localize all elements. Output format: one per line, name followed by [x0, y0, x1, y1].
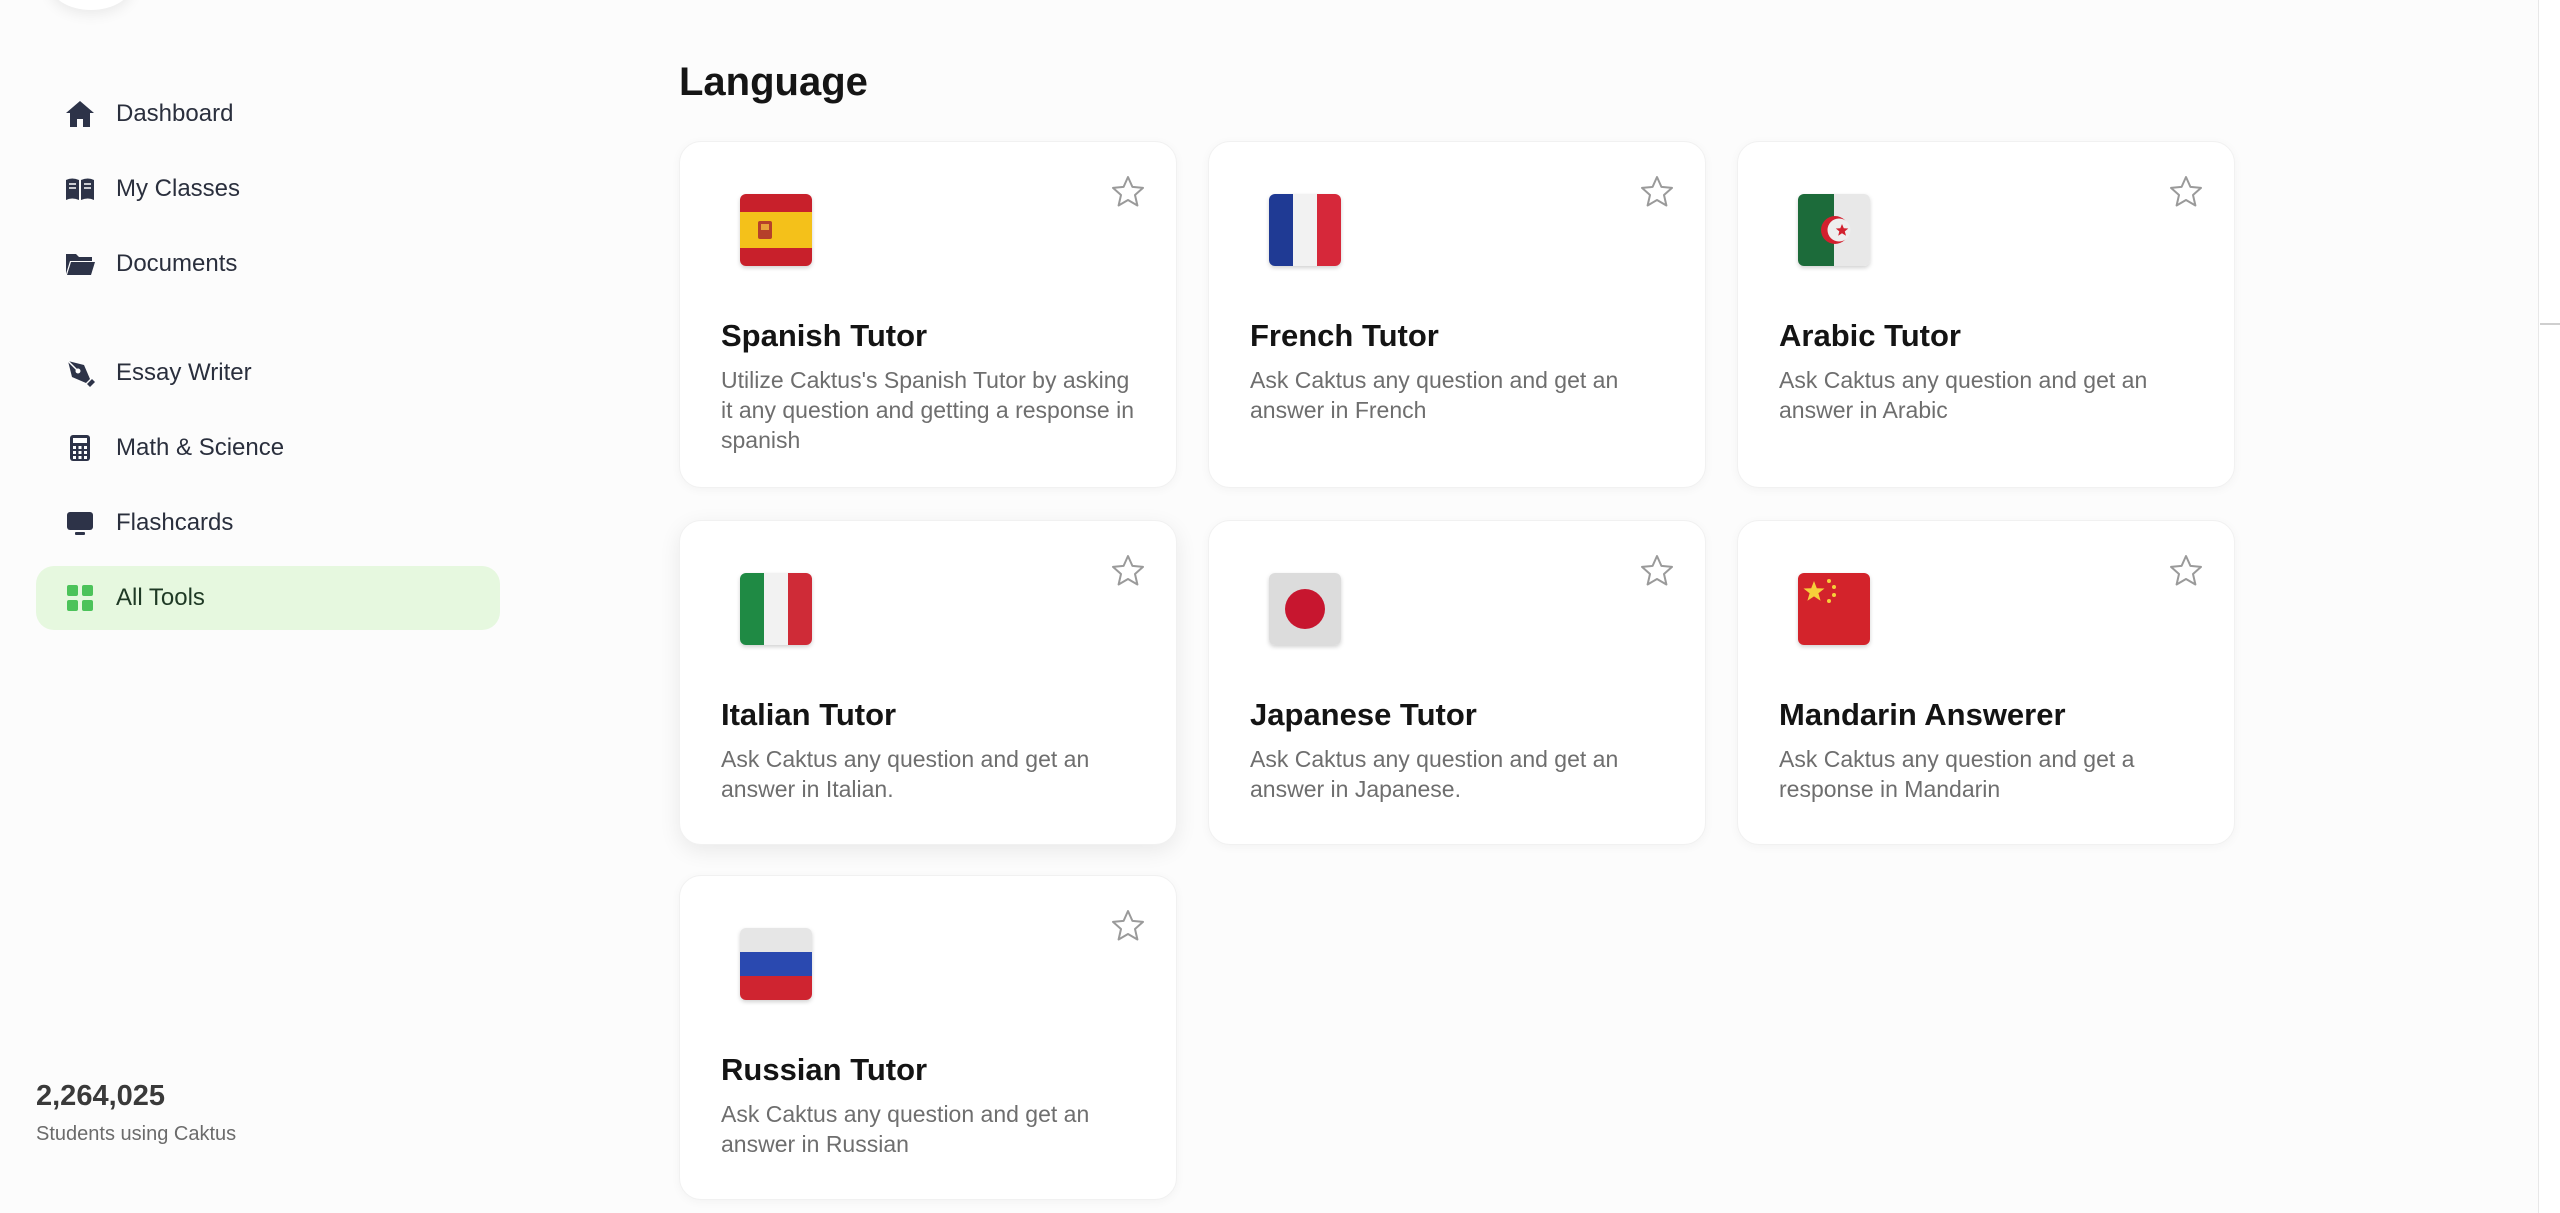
- sidebar-item-label: Math & Science: [116, 434, 285, 461]
- card-description: Ask Caktus any question and get an answe…: [721, 1101, 1090, 1157]
- student-stats: 2,264,025 Students using Caktus: [36, 1080, 236, 1146]
- card-title: Spanish Tutor: [721, 318, 928, 353]
- sidebar-item-label: Flashcards: [116, 509, 234, 536]
- tool-card-italian[interactable]: Italian Tutor Ask Caktus any question an…: [679, 520, 1177, 845]
- grid-icon: [64, 582, 96, 614]
- card-description: Ask Caktus any question and get an answe…: [1779, 367, 2148, 423]
- tool-card-russian[interactable]: Russian Tutor Ask Caktus any question an…: [679, 875, 1177, 1200]
- sidebar-item-math-science[interactable]: Math & Science: [36, 416, 500, 480]
- sidebar-item-all-tools[interactable]: All Tools: [36, 566, 500, 630]
- algeria-flag-icon: [1798, 194, 1870, 266]
- page-title: Language: [679, 60, 868, 104]
- student-count-caption: Students using Caktus: [36, 1123, 237, 1145]
- favorite-star-icon[interactable]: [1639, 174, 1675, 210]
- sidebar-item-label: Dashboard: [116, 100, 234, 127]
- favorite-star-icon[interactable]: [1639, 553, 1675, 589]
- sidebar: Dashboard My Classes Documents Essay Wri…: [0, 0, 520, 1213]
- sidebar-item-my-classes[interactable]: My Classes: [36, 157, 500, 221]
- spain-flag-icon: [740, 194, 812, 266]
- card-description: Ask Caktus any question and get an answe…: [1250, 746, 1619, 802]
- favorite-star-icon[interactable]: [1110, 553, 1146, 589]
- sidebar-item-flashcards[interactable]: Flashcards: [36, 491, 500, 555]
- sidebar-item-label: Essay Writer: [116, 359, 252, 386]
- favorite-star-icon[interactable]: [2168, 553, 2204, 589]
- card-description: Ask Caktus any question and get an answe…: [721, 746, 1090, 802]
- japan-flag-icon: [1269, 573, 1341, 645]
- sidebar-item-dashboard[interactable]: Dashboard: [36, 82, 500, 146]
- avatar[interactable]: [50, 0, 132, 10]
- china-flag-icon: [1798, 573, 1870, 645]
- sidebar-item-label: My Classes: [116, 175, 241, 202]
- card-title: Japanese Tutor: [1250, 697, 1477, 732]
- card-description: Ask Caktus any question and get a respon…: [1779, 746, 2135, 802]
- sidebar-item-label: All Tools: [116, 584, 205, 611]
- favorite-star-icon[interactable]: [2168, 174, 2204, 210]
- card-description: Ask Caktus any question and get an answe…: [1250, 367, 1619, 423]
- book-icon: [64, 173, 96, 205]
- italy-flag-icon: [740, 573, 812, 645]
- tool-card-arabic[interactable]: Arabic Tutor Ask Caktus any question and…: [1737, 141, 2235, 488]
- russia-flag-icon: [740, 928, 812, 1000]
- favorite-star-icon[interactable]: [1110, 908, 1146, 944]
- scrollbar[interactable]: [2538, 0, 2560, 1213]
- home-icon: [64, 98, 96, 130]
- card-title: French Tutor: [1250, 318, 1439, 353]
- monitor-icon: [64, 507, 96, 539]
- student-count: 2,264,025: [36, 1080, 166, 1112]
- sidebar-item-label: Documents: [116, 250, 238, 277]
- france-flag-icon: [1269, 194, 1341, 266]
- folder-icon: [64, 248, 96, 280]
- app-window: Dashboard My Classes Documents Essay Wri…: [0, 0, 2560, 1213]
- sidebar-item-documents[interactable]: Documents: [36, 232, 500, 296]
- tool-card-french[interactable]: French Tutor Ask Caktus any question and…: [1208, 141, 1706, 488]
- card-title: Arabic Tutor: [1779, 318, 1961, 353]
- calculator-icon: [64, 432, 96, 464]
- card-title: Mandarin Answerer: [1779, 697, 2066, 732]
- card-title: Russian Tutor: [721, 1052, 928, 1087]
- card-title: Italian Tutor: [721, 697, 897, 732]
- card-description: Utilize Caktus's Spanish Tutor by asking…: [721, 367, 1135, 453]
- sidebar-item-essay-writer[interactable]: Essay Writer: [36, 341, 500, 405]
- tool-card-japanese[interactable]: Japanese Tutor Ask Caktus any question a…: [1208, 520, 1706, 845]
- scrollbar-thumb[interactable]: [2540, 323, 2560, 325]
- tool-card-mandarin[interactable]: Mandarin Answerer Ask Caktus any questio…: [1737, 520, 2235, 845]
- tool-card-spanish[interactable]: Spanish Tutor Utilize Caktus's Spanish T…: [679, 141, 1177, 488]
- pen-icon: [64, 357, 96, 389]
- favorite-star-icon[interactable]: [1110, 174, 1146, 210]
